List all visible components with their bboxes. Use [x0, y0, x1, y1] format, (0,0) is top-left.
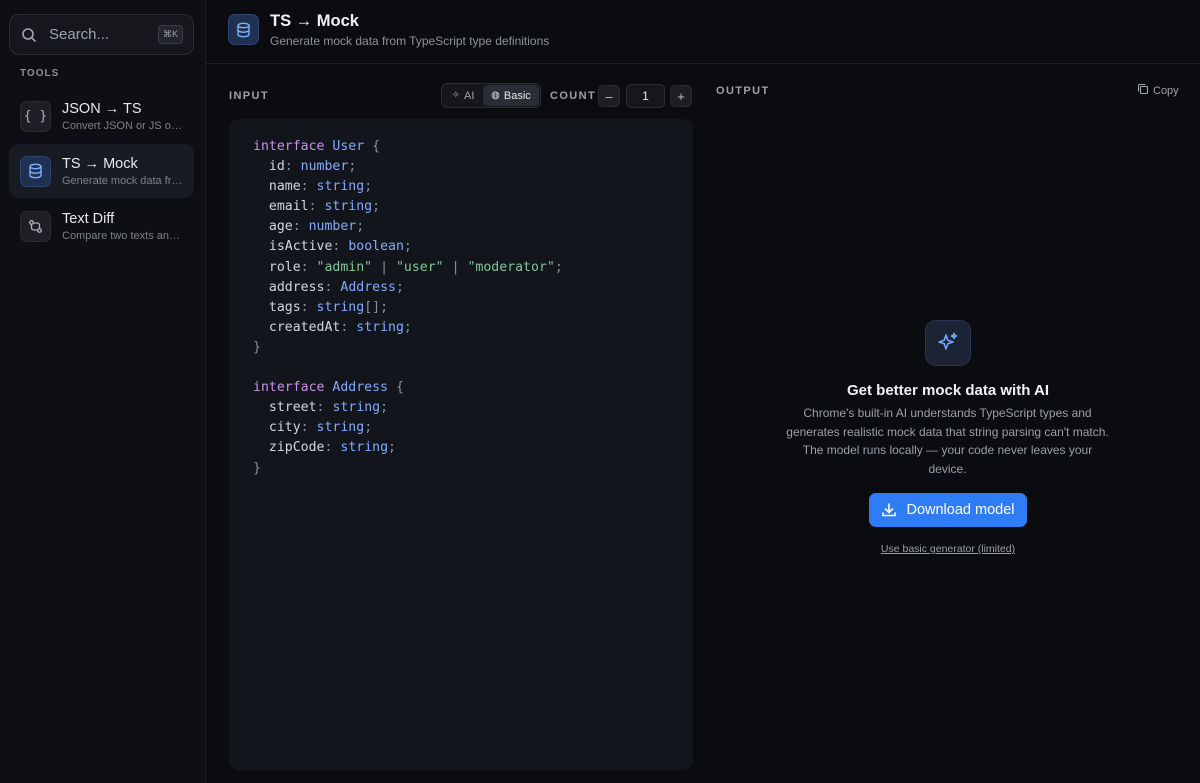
code-line: interface Address { — [253, 380, 404, 396]
input-label: INPUT — [229, 90, 269, 102]
code-line: role: "admin" | "user" | "moderator"; — [253, 259, 563, 275]
sidebar-item-subtitle: Generate mock data from TypeScript — [62, 174, 184, 187]
sidebar-item-subtitle: Convert JSON or JS objects to TypeScript — [62, 119, 184, 132]
code-line: name: string; — [253, 179, 373, 195]
sidebar-item-title: Text Diff — [62, 210, 115, 227]
copy-label: Copy — [1153, 84, 1179, 97]
mode-basic-button[interactable]: ◍ Basic — [483, 85, 539, 106]
sidebar-item-text-diff[interactable]: Text Diff Compare two texts and see diff… — [9, 199, 194, 253]
code-line: zipCode: string; — [253, 440, 396, 456]
mode-basic-label: Basic — [503, 89, 531, 102]
sidebar-item-json-to-ts[interactable]: { } JSON → TS Convert JSON or JS objects… — [9, 89, 194, 143]
count-input[interactable]: 1 — [626, 84, 665, 108]
ai-promo-description: Chrome's built-in AI understands TypeScr… — [786, 406, 1109, 476]
sidebar-item-ts-to-mock[interactable]: TS → Mock Generate mock data from TypeSc… — [9, 144, 194, 198]
code-line: email: string; — [253, 199, 381, 215]
code-line: createdAt: string; — [253, 319, 412, 335]
search-icon — [20, 26, 38, 44]
page-title: TS → Mock — [270, 12, 359, 30]
ai-promo-title: Get better mock data with AI — [847, 382, 1049, 399]
search-input[interactable]: Search... ⌘K — [9, 14, 194, 55]
braces-icon: { } — [20, 100, 51, 132]
git-compare-icon — [20, 210, 51, 242]
code-line: id: number; — [253, 159, 357, 175]
copy-button[interactable]: Copy — [1137, 83, 1179, 98]
download-model-button[interactable]: Download model — [869, 493, 1027, 527]
mode-toggle: ✧ AI ◍ Basic — [441, 83, 541, 108]
database-icon — [228, 14, 259, 45]
sidebar-item-title: TS → Mock — [62, 155, 138, 172]
page-header: TS → Mock Generate mock data from TypeSc… — [206, 0, 1200, 64]
shortcut-badge: ⌘K — [158, 25, 183, 44]
code-line: address: Address; — [253, 279, 404, 295]
section-label-tools: TOOLS — [20, 68, 60, 79]
code-content: interface User { id: number; name: strin… — [253, 137, 669, 479]
sidebar-item-title: JSON → TS — [62, 100, 142, 117]
database-icon — [20, 155, 51, 187]
decrement-button[interactable]: – — [598, 85, 620, 107]
use-basic-generator-link[interactable]: Use basic generator (limited) — [716, 543, 1180, 555]
code-line: isActive: boolean; — [253, 239, 412, 255]
code-line: age: number; — [253, 219, 365, 235]
code-line: } — [253, 339, 261, 355]
sidebar-item-subtitle: Compare two texts and see differences — [62, 229, 184, 242]
page-subtitle: Generate mock data from TypeScript type … — [270, 34, 550, 48]
code-line: city: string; — [253, 420, 373, 436]
code-line: interface User { — [253, 139, 381, 154]
code-line: street: string; — [253, 400, 389, 416]
download-icon — [881, 502, 897, 518]
code-editor[interactable]: interface User { id: number; name: strin… — [229, 119, 693, 770]
download-label: Download model — [906, 502, 1015, 518]
copy-icon — [1137, 83, 1149, 98]
globe-icon: ◍ — [491, 90, 500, 101]
code-line: } — [253, 460, 261, 476]
increment-button[interactable]: + — [670, 85, 692, 107]
sparkles-icon — [925, 320, 971, 366]
sidebar: Search... ⌘K TOOLS { } JSON → TS Convert… — [0, 0, 206, 783]
sparkles-icon: ✧ — [451, 90, 460, 101]
mode-ai-button[interactable]: ✧ AI — [443, 85, 483, 106]
count-label: COUNT — [550, 90, 597, 102]
code-line: tags: string[]; — [253, 299, 389, 315]
search-placeholder: Search... — [49, 26, 110, 43]
mode-ai-label: AI — [463, 89, 475, 102]
output-label: OUTPUT — [716, 85, 770, 97]
